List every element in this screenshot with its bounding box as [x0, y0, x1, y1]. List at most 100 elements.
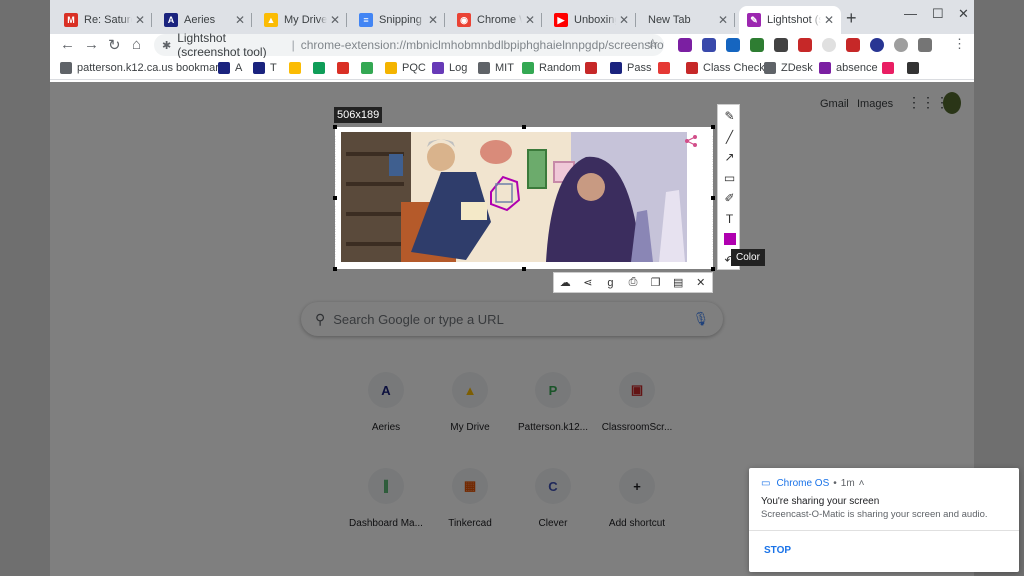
extension-icon[interactable] — [702, 38, 716, 52]
tab-close-icon[interactable]: ✕ — [327, 13, 343, 27]
bookmark-star-icon[interactable]: ☆ — [647, 36, 659, 52]
upload-cloud-icon[interactable]: ☁ — [554, 273, 577, 292]
extension-icon[interactable] — [750, 38, 764, 52]
tab-close-icon[interactable]: ✕ — [132, 13, 148, 27]
forward-icon[interactable]: → — [84, 36, 99, 53]
back-icon[interactable]: ← — [60, 36, 75, 53]
tab-title: Re: Saturday — [84, 14, 132, 26]
letterbox-left — [0, 0, 50, 576]
bookmark-item[interactable] — [658, 62, 675, 74]
bookmark-item[interactable] — [313, 62, 330, 74]
reload-icon[interactable]: ↻ — [108, 36, 121, 54]
gmail-icon: M — [64, 13, 78, 27]
pen-tool-icon[interactable]: ✎ — [718, 106, 741, 126]
bookmark-item[interactable] — [289, 62, 306, 74]
tab-close-icon[interactable]: ✕ — [715, 13, 731, 27]
bookmark-item[interactable]: Log — [432, 62, 467, 74]
chevron-up-icon[interactable]: ˄ — [859, 478, 865, 489]
maximize-icon[interactable]: ☐ — [932, 6, 944, 22]
clock-icon[interactable] — [894, 38, 908, 52]
tab-close-icon[interactable]: ✕ — [616, 13, 632, 27]
share-icon[interactable]: ⋖ — [577, 273, 600, 292]
aeries-icon — [253, 62, 265, 74]
extension-icon[interactable] — [774, 38, 788, 52]
extension-icon[interactable] — [870, 38, 884, 52]
extension-icon[interactable] — [798, 38, 812, 52]
bookmark-item[interactable]: Pass — [610, 62, 651, 74]
save-icon[interactable]: ▤ — [667, 273, 690, 292]
bookmarks-bar: patterson.k12.ca.us bookmarks A T PQC Log MIT… — [50, 58, 974, 80]
classcheck-icon — [686, 62, 698, 74]
tab[interactable]: ▲ My Drive - Google Drive✕ — [256, 6, 347, 34]
lightshot-extension-icon[interactable] — [678, 38, 692, 52]
extension-puzzle-icon: ✱ — [162, 39, 172, 52]
resize-handle[interactable] — [711, 125, 715, 129]
print-icon[interactable]: ⎙ — [622, 273, 645, 292]
tab[interactable]: ≡ Snipping Tool✕ — [351, 6, 445, 34]
bookmark-item[interactable] — [882, 62, 899, 74]
selection-area[interactable] — [335, 127, 713, 269]
arrow-tool-icon[interactable]: ↗ — [718, 147, 741, 167]
minimize-icon[interactable]: — — [904, 6, 917, 21]
bookmark-item[interactable]: ZDesk — [764, 62, 813, 74]
tab-close-icon[interactable]: ✕ — [425, 13, 441, 27]
bookmark-label: Class Check — [703, 62, 765, 74]
bookmark-item[interactable] — [907, 62, 924, 74]
copy-icon[interactable]: ❐ — [644, 273, 667, 292]
bookmark-item[interactable] — [585, 62, 602, 74]
bookmark-item[interactable]: PQC — [385, 62, 426, 74]
log-icon — [432, 62, 444, 74]
tab-close-icon[interactable]: ✕ — [522, 13, 538, 27]
bookmark-item[interactable]: Random — [522, 62, 581, 74]
bookmark-item[interactable]: Class Check — [686, 62, 765, 74]
bookmark-label: Pass — [627, 62, 652, 74]
screen: MRe: Saturday✕AAeries✕▲My Drive - Google… — [0, 0, 1024, 576]
close-icon[interactable]: ✕ — [689, 273, 712, 292]
window-close-icon[interactable]: ✕ — [958, 6, 969, 22]
tab-close-icon[interactable]: ✕ — [232, 13, 248, 27]
tab[interactable]: M Re: Saturday✕ — [56, 6, 152, 34]
resize-handle[interactable] — [522, 125, 526, 129]
bookmark-label: Log — [449, 62, 468, 74]
menu-dots-icon[interactable]: ⋮ — [953, 36, 966, 52]
bookmark-item[interactable]: T — [253, 62, 277, 74]
tab[interactable]: ◉ Chrome Web Store✕ — [449, 6, 542, 34]
home-icon[interactable]: ⌂ — [132, 36, 141, 53]
tab[interactable]: ✎ Lightshot (screenshot tool)✕ — [739, 6, 841, 34]
bookmark-item[interactable]: A — [218, 62, 242, 74]
address-bar[interactable]: ✱ Lightshot (screenshot tool) | chrome-e… — [154, 31, 664, 59]
drive-icon: ▲ — [264, 13, 278, 27]
omnibox-divider: | — [291, 38, 295, 52]
extension-icon[interactable] — [918, 38, 932, 52]
marker-tool-icon[interactable]: ✐ — [718, 188, 741, 208]
rectangle-tool-icon[interactable]: ▭ — [718, 168, 741, 188]
tab[interactable]: ▶ Unboxing the✕ — [546, 6, 636, 34]
new-tab-plus-icon[interactable]: + — [846, 8, 857, 29]
resize-handle[interactable] — [711, 196, 715, 200]
bookmark-item[interactable]: MIT — [478, 62, 514, 74]
text-tool-icon[interactable]: T — [718, 209, 741, 229]
resize-handle[interactable] — [333, 267, 337, 271]
share-doodle-icon — [685, 135, 697, 147]
tab-close-icon[interactable]: ✕ — [821, 13, 837, 27]
tab[interactable]: A Aeries ✕ — [156, 6, 252, 34]
lightshot-vertical-toolbar: ✎ ╱ ↗ ▭ ✐ T ↶ — [717, 104, 740, 270]
line-tool-icon[interactable]: ╱ — [718, 127, 741, 147]
resize-handle[interactable] — [333, 196, 337, 200]
browser-toolbar: ← → ↻ ⌂ ✱ Lightshot (screenshot tool) | … — [50, 31, 974, 59]
tab[interactable]: New Tab ✕ — [640, 6, 735, 34]
resize-handle[interactable] — [711, 267, 715, 271]
extension-icon[interactable] — [726, 38, 740, 52]
resize-handle[interactable] — [333, 125, 337, 129]
bookmark-item[interactable]: patterson.k12.ca.us bookmarks — [60, 62, 230, 74]
stop-sharing-button[interactable]: STOP — [764, 545, 791, 556]
bookmark-item[interactable]: absence — [819, 62, 878, 74]
bookmark-item[interactable] — [337, 62, 354, 74]
resize-handle[interactable] — [522, 267, 526, 271]
notification-title: You're sharing your screen — [761, 496, 880, 507]
bookmark-item[interactable] — [361, 62, 378, 74]
color-swatch[interactable] — [718, 229, 741, 249]
extension-icon[interactable] — [846, 38, 860, 52]
google-search-icon[interactable]: g — [599, 273, 622, 292]
extension-icon[interactable] — [822, 38, 836, 52]
